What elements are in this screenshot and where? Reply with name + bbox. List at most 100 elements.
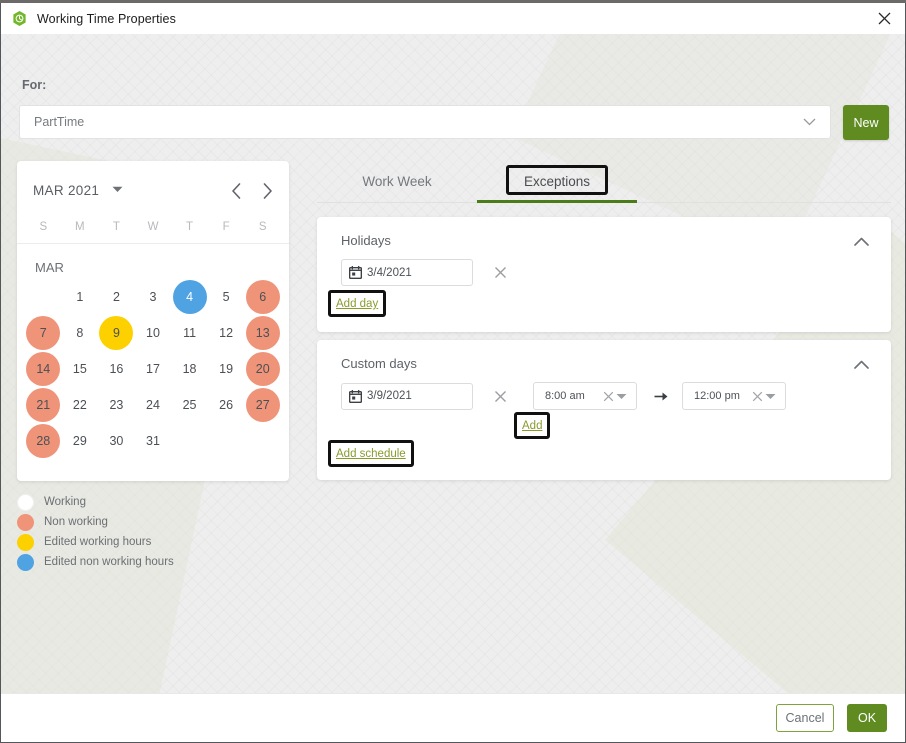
calendar-cell: 15 [62, 351, 99, 387]
calendar-dow-5: F [222, 221, 230, 233]
dialog-body: For: PartTime New MAR 2021 S M T W T F S… [1, 34, 905, 693]
add-schedule-link[interactable]: Add schedule [336, 448, 406, 460]
add-schedule-focus-highlight: Add schedule [328, 440, 414, 467]
chevron-left-icon [232, 183, 241, 199]
calendar-day-29[interactable]: 29 [63, 424, 97, 458]
calendar-cell: 3 [135, 279, 172, 315]
start-time-caret[interactable] [616, 393, 627, 400]
calendar-day-9[interactable]: 9 [99, 316, 134, 350]
custom-days-collapse-button[interactable] [854, 356, 869, 374]
calendar-day-12[interactable]: 12 [209, 316, 243, 350]
calendar-day-15[interactable]: 15 [63, 352, 97, 386]
calendar-day-11[interactable]: 11 [173, 316, 207, 350]
calendar-day-31[interactable]: 31 [136, 424, 170, 458]
calendar-day-17[interactable]: 17 [136, 352, 170, 386]
holidays-collapse-button[interactable] [854, 233, 869, 251]
calendar-legend: Working Non working Edited working hours Ed… [17, 492, 174, 572]
holiday-remove-button[interactable] [492, 265, 508, 281]
calendar-cell: 30 [98, 423, 135, 459]
ok-button[interactable]: OK [847, 704, 887, 732]
calendar-day-8[interactable]: 8 [63, 316, 97, 350]
close-icon [494, 267, 506, 278]
calendar-day-7[interactable]: 7 [26, 316, 61, 350]
calendar-day-13[interactable]: 13 [245, 316, 280, 350]
legend-label: Edited non working hours [44, 556, 174, 568]
calendar-day-25[interactable]: 25 [173, 388, 207, 422]
calendar-day-2[interactable]: 2 [99, 280, 133, 314]
calendar-cell: 12 [208, 315, 245, 351]
holiday-date-input[interactable]: 3/4/2021 [341, 259, 473, 286]
calendar-cell: 5 [208, 279, 245, 315]
calendar-cell: 2 [98, 279, 135, 315]
time-range-arrow-icon [654, 391, 669, 402]
calendar-cell [208, 423, 245, 459]
calendar-day-14[interactable]: 14 [26, 352, 61, 386]
cancel-button[interactable]: Cancel [776, 704, 834, 732]
calendar-cell: 23 [98, 387, 135, 423]
calendar-day-30[interactable]: 30 [99, 424, 133, 458]
calendar-day-16[interactable]: 16 [99, 352, 133, 386]
calendar-day-6[interactable]: 6 [245, 280, 280, 314]
close-button[interactable] [863, 3, 905, 34]
calendar-cell: 18 [171, 351, 208, 387]
tab-exceptions[interactable]: Exceptions [477, 161, 637, 203]
calendar-day-1[interactable]: 1 [63, 280, 97, 314]
legend-label: Non working [44, 516, 108, 528]
calendar-prev-button[interactable] [231, 183, 242, 199]
calendar-day-27[interactable]: 27 [245, 388, 280, 422]
chevron-right-icon [263, 183, 272, 199]
start-time-select[interactable]: 8:00 am [533, 382, 637, 410]
end-time-caret[interactable] [765, 393, 776, 400]
custom-day-date-input[interactable]: 3/9/2021 [341, 382, 473, 410]
calendar-day-19[interactable]: 19 [209, 352, 243, 386]
chevron-down-icon [765, 393, 776, 399]
calendar-cell: 4 [171, 279, 208, 315]
calendar-day-10[interactable]: 10 [136, 316, 170, 350]
calendar-next-button[interactable] [262, 183, 273, 199]
calendar-cell: 16 [98, 351, 135, 387]
calendar-day-5[interactable]: 5 [209, 280, 243, 314]
calendar-day-26[interactable]: 26 [209, 388, 243, 422]
tab-work-week[interactable]: Work Week [317, 161, 477, 202]
arrow-right-icon [654, 392, 668, 400]
calendar-dow-2: T [112, 221, 120, 233]
calendar-dow-6: S [258, 221, 267, 233]
calendar-cell: 28 [25, 423, 62, 459]
calendar-day-3[interactable]: 3 [136, 280, 170, 314]
calendar-cell: 17 [135, 351, 172, 387]
calendar-day-18[interactable]: 18 [173, 352, 207, 386]
close-icon [603, 391, 614, 401]
calendar-day-21[interactable]: 21 [26, 388, 61, 422]
start-time-value: 8:00 am [545, 390, 585, 402]
legend-label: Edited working hours [44, 536, 152, 548]
holiday-date-value: 3/4/2021 [367, 266, 412, 279]
calendar-day-24[interactable]: 24 [136, 388, 170, 422]
add-focus-highlight: Add [514, 412, 551, 439]
calendar-dow-4: T [186, 221, 194, 233]
calendar-day-4[interactable]: 4 [172, 280, 207, 314]
calendar-cell: 27 [244, 387, 281, 423]
add-link[interactable]: Add [522, 420, 542, 432]
calendar-cell: 25 [171, 387, 208, 423]
calendar-cell: 7 [25, 315, 62, 351]
start-time-clear-button[interactable] [603, 391, 614, 402]
add-day-link[interactable]: Add day [336, 298, 378, 310]
calendar-day-28[interactable]: 28 [26, 424, 61, 458]
calendar-month-label: MAR 2021 [33, 183, 100, 198]
calendar-day-20[interactable]: 20 [245, 352, 280, 386]
calendar-cell: 29 [62, 423, 99, 459]
custom-day-remove-button[interactable] [492, 388, 508, 404]
calendar-day-22[interactable]: 22 [63, 388, 97, 422]
new-button[interactable]: New [843, 105, 889, 140]
calendar-day-23[interactable]: 23 [99, 388, 133, 422]
calendar-day-empty [209, 424, 243, 458]
calendar-cell [171, 423, 208, 459]
calendar-month-dropdown[interactable]: MAR 2021 [33, 182, 123, 200]
end-time-clear-button[interactable] [752, 391, 763, 402]
profile-select[interactable]: PartTime [19, 105, 831, 139]
custom-days-title: Custom days [341, 356, 417, 371]
end-time-select[interactable]: 12:00 pm [682, 382, 786, 410]
legend-swatch-icon [17, 493, 34, 511]
calendar-day-empty [246, 424, 280, 458]
calendar-header: MAR 2021 [17, 161, 289, 221]
